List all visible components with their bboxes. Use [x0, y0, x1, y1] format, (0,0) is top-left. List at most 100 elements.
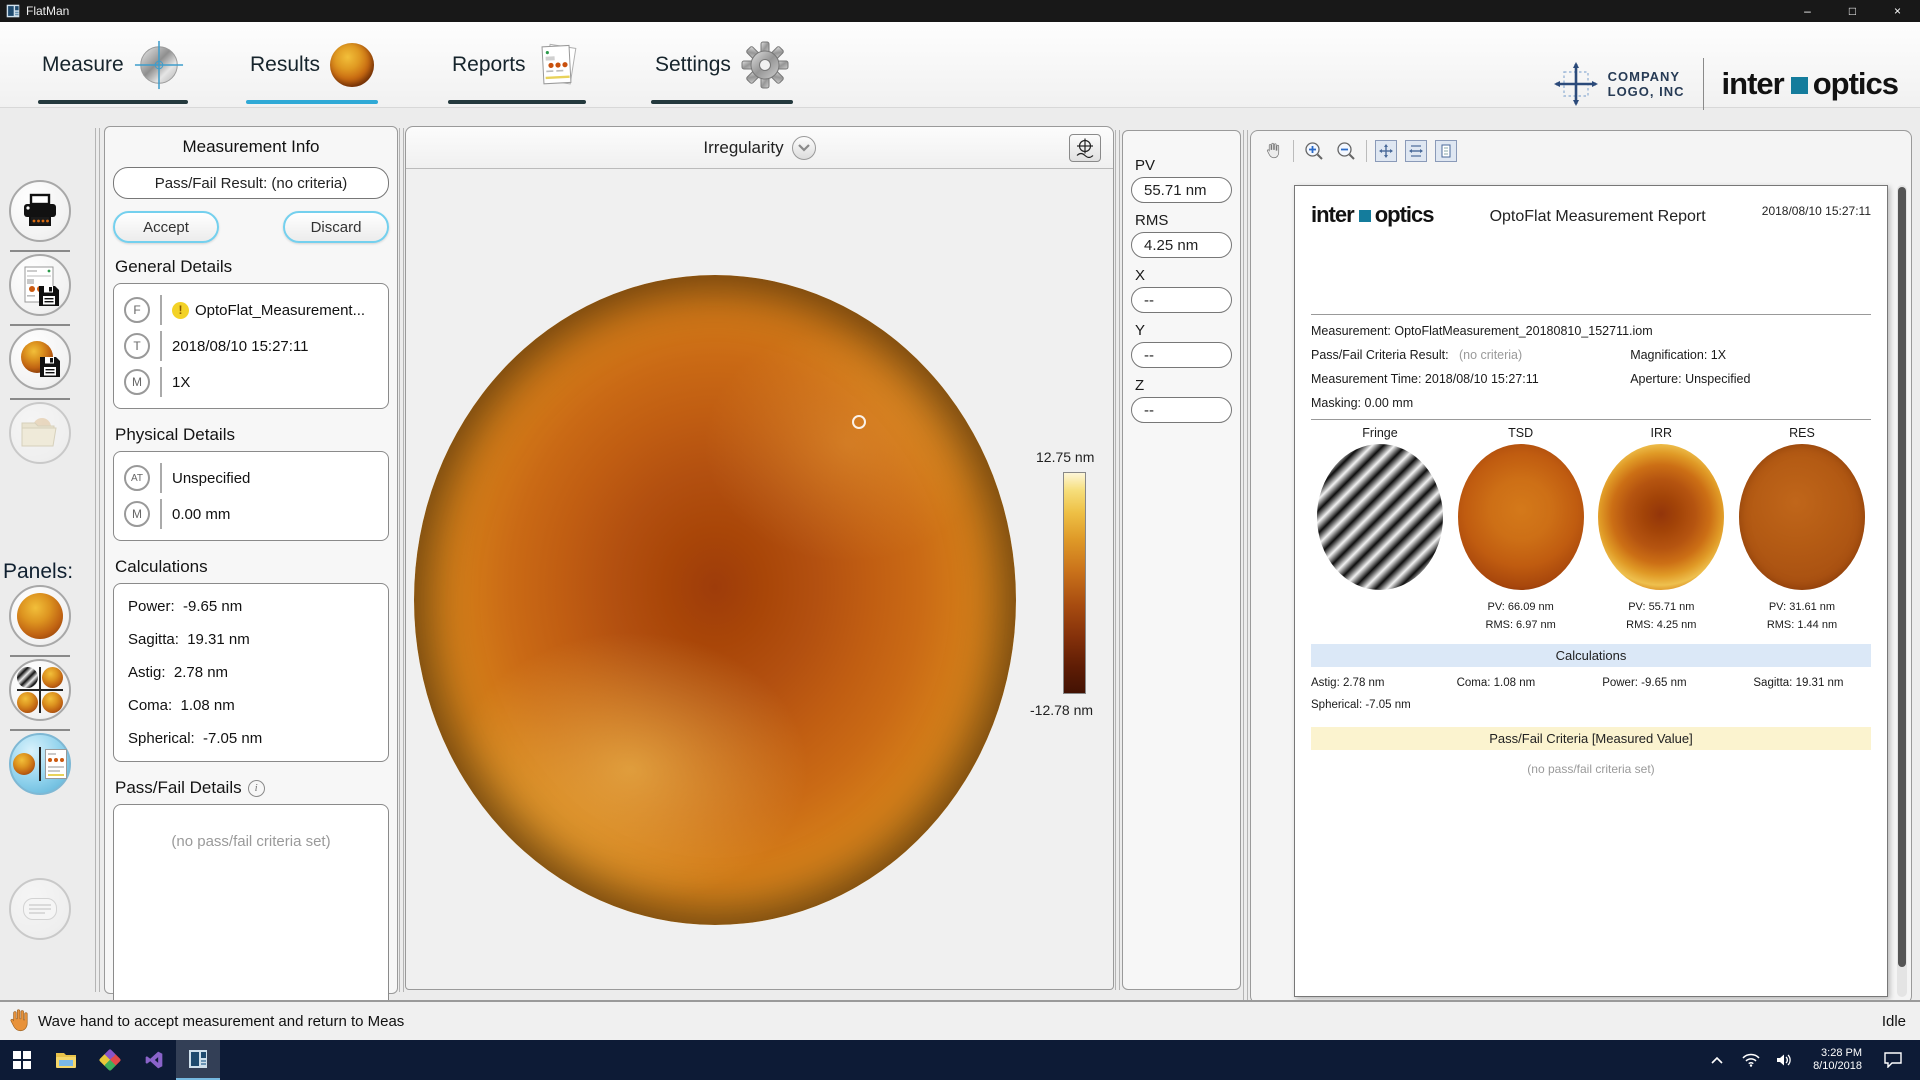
irr-image [1598, 444, 1724, 590]
fringe-image [1317, 444, 1443, 590]
report-measurement-line: Measurement: OptoFlatMeasurement_2018081… [1311, 319, 1871, 343]
detail-row-aperture: AT Unspecified [124, 460, 378, 496]
passfail-details-heading: Pass/Fail Details i [115, 778, 389, 798]
flatman-taskbar-button[interactable] [176, 1040, 220, 1080]
passfail-empty-text: (no pass/fail criteria set) [171, 833, 330, 1021]
pv-value: 55.71 nm [1131, 177, 1232, 203]
report-passfail-heading: Pass/Fail Criteria [Measured Value] [1311, 727, 1871, 750]
maximize-button[interactable]: □ [1830, 0, 1875, 22]
zoom-out-button[interactable] [1334, 139, 1358, 163]
splitter-readouts-report[interactable] [1243, 130, 1248, 1004]
file-explorer-button[interactable] [44, 1040, 88, 1080]
thumb-tsd: TSD PV: 66.09 nmRMS: 6.97 nm [1452, 426, 1590, 634]
panel-single-view-button[interactable] [9, 585, 71, 647]
nav-bar: Measure Results Reports [0, 22, 1920, 108]
network-button[interactable] [1737, 1040, 1765, 1080]
splitter-view-readouts[interactable] [1115, 130, 1120, 990]
builder-app-button[interactable] [88, 1040, 132, 1080]
colorbar [1063, 472, 1086, 694]
calc-sagitta: Sagitta: 19.31 nm [128, 623, 374, 656]
brand-square [1791, 77, 1808, 94]
colorbar-min-label: -12.78 nm [1030, 702, 1093, 718]
save-measurement-button[interactable] [9, 328, 71, 390]
left-toolbar: Panels: [0, 108, 94, 1008]
readout-y: Y -- [1131, 322, 1232, 368]
chevron-down-icon [798, 144, 810, 152]
splitter-left[interactable] [95, 128, 100, 992]
panel-quad-view-button[interactable] [9, 659, 71, 721]
info-icon[interactable]: i [248, 780, 265, 797]
taskbar: 3:28 PM 8/10/2018 [0, 1040, 1920, 1080]
pan-hand-button[interactable] [1261, 139, 1285, 163]
report-calc-astig: Astig: 2.78 nm [1311, 677, 1457, 689]
zoom-out-icon [1336, 141, 1356, 161]
report-scrollbar-thumb[interactable] [1898, 187, 1906, 967]
minimize-button[interactable]: – [1785, 0, 1830, 22]
visual-studio-button[interactable] [132, 1040, 176, 1080]
report-brand-logo: interoptics [1311, 202, 1433, 228]
save-report-button[interactable] [9, 254, 71, 316]
wave-hand-icon [6, 1008, 32, 1034]
volume-button[interactable] [1771, 1040, 1799, 1080]
fit-page-button[interactable] [1375, 140, 1397, 162]
notes-panel-button[interactable] [9, 878, 71, 940]
chevron-up-icon [1711, 1056, 1723, 1064]
thumb-res: RES PV: 31.61 nmRMS: 1.44 nm [1733, 426, 1871, 634]
surface-view-header: Irregularity [406, 127, 1113, 169]
status-bar: Wave hand to accept measurement and retu… [0, 1000, 1920, 1040]
report-brand-square [1359, 210, 1371, 222]
window-title: FlatMan [26, 4, 69, 18]
company-logo-line2: LOGO, INC [1608, 84, 1685, 99]
start-button[interactable] [0, 1040, 44, 1080]
readouts-panel: PV 55.71 nm RMS 4.25 nm X -- Y -- Z -- [1122, 130, 1241, 990]
lines-icon [23, 898, 57, 920]
actual-size-button[interactable] [1435, 140, 1457, 162]
colorbar-max-label: 12.75 nm [1036, 449, 1094, 465]
report-calc-power: Power: -9.65 nm [1602, 677, 1753, 689]
windows-logo-icon [13, 1051, 31, 1069]
company-logo-line1: COMPANY [1608, 69, 1685, 84]
tab-reports[interactable]: Reports [452, 30, 582, 100]
close-button[interactable]: × [1875, 0, 1920, 22]
fit-width-button[interactable] [1405, 140, 1427, 162]
tab-settings[interactable]: Settings [655, 30, 789, 100]
open-folder-icon [18, 411, 62, 455]
report-calc-sagitta: Sagitta: 19.31 nm [1753, 677, 1871, 689]
report-page: interoptics OptoFlat Measurement Report … [1294, 185, 1888, 997]
taskbar-clock[interactable]: 3:28 PM 8/10/2018 [1813, 1047, 1862, 1073]
company-logo-icon [1552, 60, 1600, 108]
open-measurement-button[interactable] [9, 402, 71, 464]
accept-button[interactable]: Accept [113, 211, 219, 243]
tab-results[interactable]: Results [250, 30, 374, 100]
tsd-image [1458, 444, 1584, 590]
report-time: Measurement Time: 2018/08/10 15:27:11 [1311, 367, 1630, 391]
tab-measure[interactable]: Measure [42, 30, 184, 100]
x-value: -- [1131, 287, 1232, 313]
zoom-in-button[interactable] [1302, 139, 1326, 163]
rms-value: 4.25 nm [1131, 232, 1232, 258]
detail-row-file: F !OptoFlat_Measurement... [124, 292, 378, 328]
report-calc-spherical: Spherical: -7.05 nm [1311, 699, 1871, 711]
panel-report-view-button[interactable] [9, 733, 71, 795]
measurement-info-panel: Measurement Info Pass/Fail Result: (no c… [104, 126, 398, 994]
report-header: interoptics OptoFlat Measurement Report … [1311, 202, 1871, 228]
remove-tilt-button[interactable] [1069, 134, 1101, 162]
report-title: OptoFlat Measurement Report [1433, 208, 1761, 226]
view-selector-dropdown[interactable] [792, 136, 816, 160]
detail-row-magnification: M 1X [124, 364, 378, 400]
print-button[interactable] [9, 180, 71, 242]
discard-button[interactable]: Discard [283, 211, 389, 243]
thumb-fringe: Fringe [1311, 426, 1449, 634]
report-calculations-row: Astig: 2.78 nm Coma: 1.08 nm Power: -9.6… [1311, 677, 1871, 689]
surface-heatmap[interactable] [414, 275, 1016, 925]
magnification-badge: M [124, 369, 150, 395]
report-scrollbar[interactable] [1897, 185, 1907, 997]
action-center-button[interactable] [1876, 1040, 1910, 1080]
detail-row-masking: M 0.00 mm [124, 496, 378, 532]
tray-expand-button[interactable] [1703, 1040, 1731, 1080]
report-magnification: Magnification: 1X [1630, 343, 1871, 367]
report-calculations-heading: Calculations [1311, 644, 1871, 667]
splitter-info-view[interactable] [399, 128, 404, 992]
reports-icon [536, 40, 582, 90]
diamond-app-icon [99, 1049, 122, 1072]
